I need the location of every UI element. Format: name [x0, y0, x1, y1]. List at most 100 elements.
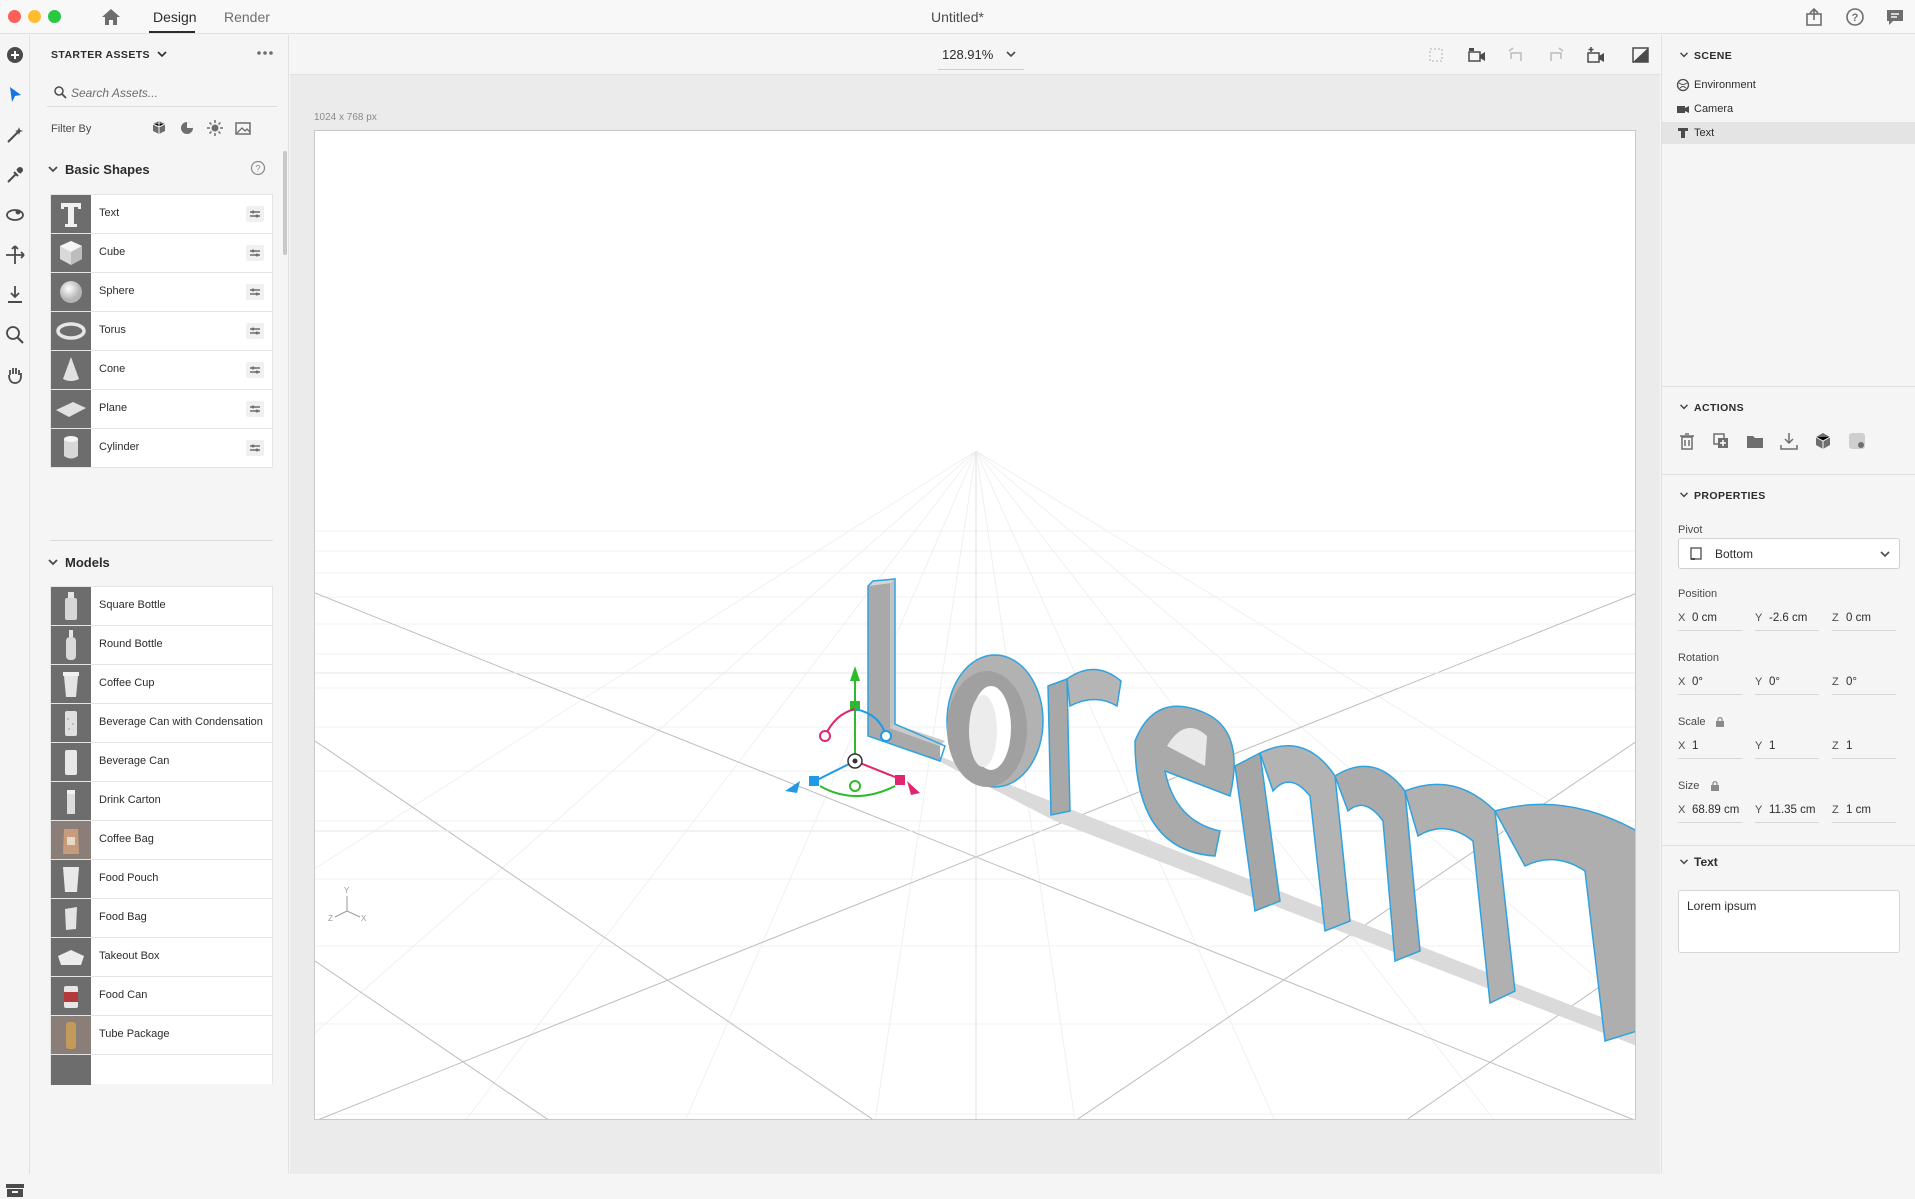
eyedropper-icon[interactable] [3, 163, 27, 187]
asset-item-coffee-bag[interactable]: Coffee Bag [50, 820, 273, 860]
pivot-dropdown[interactable]: Bottom [1678, 538, 1900, 569]
asset-label: Drink Carton [99, 794, 161, 806]
asset-item-takeout-box[interactable]: Takeout Box [50, 937, 273, 977]
models-header[interactable]: Models [47, 555, 110, 570]
asset-options-icon[interactable] [246, 362, 264, 378]
more-options-icon[interactable] [254, 45, 276, 61]
text-content-input[interactable]: Lorem ipsum [1678, 890, 1900, 953]
asset-item-food-pouch[interactable]: Food Pouch [50, 859, 273, 899]
basic-shapes-header[interactable]: Basic Shapes [47, 162, 150, 177]
asset-options-icon[interactable] [246, 206, 264, 222]
asset-item-text[interactable]: Text [50, 194, 273, 234]
size-x-field[interactable]: X 68.89 cm [1678, 799, 1742, 823]
asset-options-icon[interactable] [246, 245, 264, 261]
zoom-level[interactable]: 128.91% [942, 47, 1017, 62]
drop-to-ground-icon[interactable] [3, 283, 27, 307]
asset-item-torus[interactable]: Torus [50, 311, 273, 351]
filter-models-icon[interactable] [149, 118, 169, 138]
fit-to-screen-icon[interactable] [1425, 45, 1447, 65]
properties-header[interactable]: PROPERTIES [1678, 490, 1766, 502]
3d-canvas[interactable]: Y X Z [314, 130, 1636, 1120]
maximize-window-button[interactable] [48, 10, 61, 23]
add-camera-bookmark-icon[interactable] [1585, 45, 1607, 65]
asset-item-cylinder[interactable]: Cylinder [50, 428, 273, 468]
filter-label: Filter By [51, 123, 92, 135]
asset-item-beverage-can-condensation[interactable]: Beverage Can with Condensation [50, 703, 273, 743]
filter-materials-icon[interactable] [177, 118, 197, 138]
scene-item-environment[interactable]: Environment [1662, 74, 1915, 96]
tab-design[interactable]: Design [153, 9, 197, 25]
position-z-field[interactable]: Z 0 cm [1832, 607, 1896, 631]
close-window-button[interactable] [8, 10, 21, 23]
render-preview-icon[interactable] [1630, 45, 1652, 65]
asset-item-cone[interactable]: Cone [50, 350, 273, 390]
filter-images-icon[interactable] [233, 118, 253, 138]
size-y-field[interactable]: Y 11.35 cm [1755, 799, 1819, 823]
position-y-field[interactable]: Y -2.6 cm [1755, 607, 1819, 631]
share-icon[interactable] [1803, 6, 1825, 28]
asset-item-beverage-can[interactable]: Beverage Can [50, 742, 273, 782]
asset-item-food-can[interactable]: Food Can [50, 976, 273, 1016]
asset-options-icon[interactable] [246, 440, 264, 456]
delete-icon[interactable] [1676, 430, 1698, 452]
rotation-x-field[interactable]: X 0° [1678, 671, 1742, 695]
asset-item-partial[interactable] [50, 1054, 273, 1085]
asset-item-food-bag[interactable]: Food Bag [50, 898, 273, 938]
select-icon[interactable] [3, 83, 27, 107]
redo-camera-icon[interactable] [1545, 45, 1567, 65]
lorem-3d-text[interactable] [867, 578, 1636, 1046]
magic-select-icon[interactable] [3, 123, 27, 147]
scene-item-camera[interactable]: Camera [1662, 98, 1915, 120]
lock-icon[interactable] [1710, 780, 1720, 791]
pan-hand-icon[interactable] [3, 363, 27, 387]
scene-header[interactable]: SCENE [1678, 50, 1732, 62]
help-icon[interactable]: ? [1844, 6, 1866, 28]
zoom-icon[interactable] [3, 323, 27, 347]
position-x-field[interactable]: X 0 cm [1678, 607, 1742, 631]
lock-icon[interactable] [1715, 716, 1725, 727]
move-icon[interactable] [3, 243, 27, 267]
scale-z-field[interactable]: Z1 [1832, 735, 1896, 759]
filter-lights-icon[interactable] [205, 118, 225, 138]
asset-item-sphere[interactable]: Sphere [50, 272, 273, 312]
search-input[interactable] [71, 83, 271, 103]
asset-item-plane[interactable]: Plane [50, 389, 273, 429]
scale-x-field[interactable]: X1 [1678, 735, 1742, 759]
basic-shapes-title: Basic Shapes [65, 162, 150, 177]
asset-item-drink-carton[interactable]: Drink Carton [50, 781, 273, 821]
assets-header[interactable]: STARTER ASSETS [51, 49, 167, 61]
document-title: Untitled* [931, 9, 984, 25]
orbit-icon[interactable] [3, 203, 27, 227]
text-section-header[interactable]: Text [1678, 855, 1718, 869]
assets-scrollbar[interactable] [283, 151, 287, 255]
asset-options-icon[interactable] [246, 284, 264, 300]
camera-view-icon[interactable] [1466, 45, 1488, 65]
environment-icon [1676, 78, 1690, 92]
scale-y-field[interactable]: Y1 [1755, 735, 1819, 759]
scene-item-text[interactable]: Text [1662, 122, 1915, 144]
rotation-z-field[interactable]: Z 0° [1832, 671, 1896, 695]
rotation-y-field[interactable]: Y 0° [1755, 671, 1819, 695]
drop-to-ground-icon[interactable] [1778, 430, 1800, 452]
asset-options-icon[interactable] [246, 401, 264, 417]
duplicate-icon[interactable] [1710, 430, 1732, 452]
asset-item-square-bottle[interactable]: Square Bottle [50, 586, 273, 626]
info-help-icon[interactable]: ? [250, 160, 266, 176]
model-icon[interactable] [1812, 430, 1834, 452]
asset-item-tube-package[interactable]: Tube Package [50, 1015, 273, 1055]
minimize-window-button[interactable] [28, 10, 41, 23]
material-icon[interactable] [1846, 430, 1868, 452]
asset-item-round-bottle[interactable]: Round Bottle [50, 625, 273, 665]
size-z-field[interactable]: Z 1 cm [1832, 799, 1896, 823]
home-icon[interactable] [98, 6, 124, 28]
add-icon[interactable] [3, 43, 27, 67]
archive-icon[interactable] [4, 1181, 26, 1199]
undo-camera-icon[interactable] [1505, 45, 1527, 65]
asset-options-icon[interactable] [246, 323, 264, 339]
actions-header[interactable]: ACTIONS [1678, 402, 1744, 414]
group-icon[interactable] [1744, 430, 1766, 452]
asset-item-cube[interactable]: Cube [50, 233, 273, 273]
tab-render[interactable]: Render [224, 9, 270, 25]
asset-item-coffee-cup[interactable]: Coffee Cup [50, 664, 273, 704]
feedback-icon[interactable] [1884, 6, 1906, 28]
